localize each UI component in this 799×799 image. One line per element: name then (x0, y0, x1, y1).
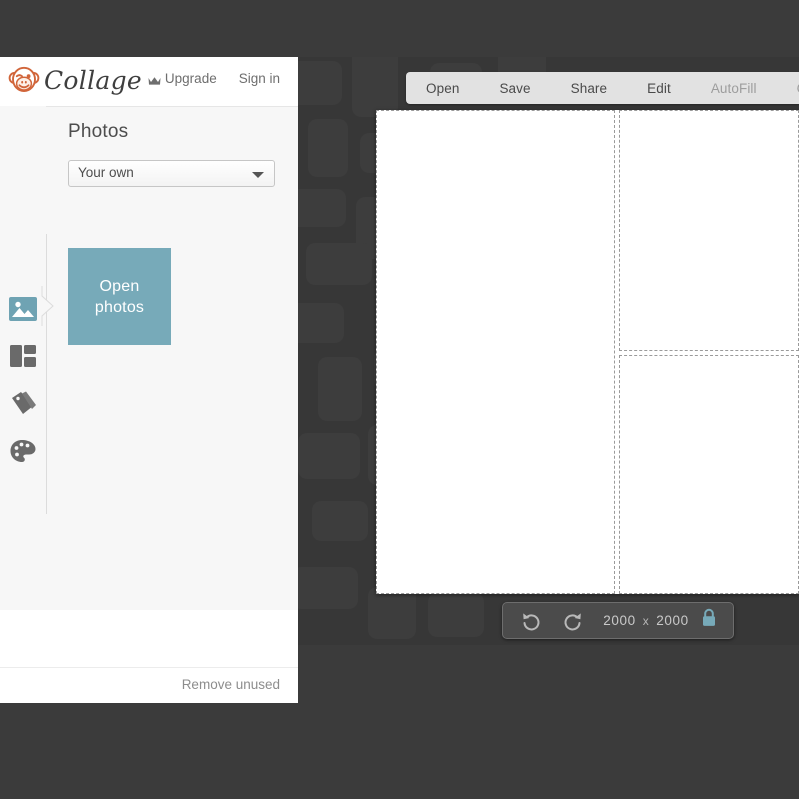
collage-cell-right-bottom[interactable] (619, 355, 799, 594)
toolbar-save-button[interactable]: Save (499, 81, 530, 96)
sidebar-item-photos[interactable] (9, 295, 37, 323)
page-title: Photos (68, 121, 129, 142)
crown-icon (148, 74, 161, 85)
chevron-down-icon (252, 172, 264, 178)
panel-blank-strip (0, 610, 298, 667)
collage-cell-right-top[interactable] (619, 110, 799, 351)
upgrade-link[interactable]: Upgrade (148, 71, 217, 86)
toolbar-share-button[interactable]: Share (571, 81, 608, 96)
upgrade-label: Upgrade (164, 71, 217, 86)
collage-app-window: Open Save Share Edit AutoFill Clear 2000… (0, 0, 799, 799)
canvas-size-bar: 2000 x 2000 (502, 602, 734, 639)
sidebar-item-swatches[interactable] (9, 390, 37, 418)
photo-source-value: Your own (78, 165, 134, 180)
sidebar-item-effects[interactable] (9, 437, 37, 465)
tags-fan-icon (12, 391, 36, 414)
panel-header: Collage Upgrade Sign in (0, 57, 298, 107)
undo-icon[interactable] (517, 607, 545, 635)
window-top-chrome (0, 0, 799, 57)
collage-canvas[interactable] (376, 110, 799, 594)
tool-rail (0, 106, 54, 610)
left-panel: Collage Upgrade Sign in Photos Your own … (0, 57, 298, 703)
canvas-toolbar: Open Save Share Edit AutoFill Clear (406, 72, 799, 104)
open-photos-line2: photos (94, 298, 145, 316)
palette-icon (10, 440, 36, 462)
toolbar-open-button[interactable]: Open (426, 81, 459, 96)
grid-icon (10, 345, 36, 367)
redo-icon[interactable] (559, 607, 587, 635)
signin-label: Sign in (238, 71, 280, 86)
canvas-width-value[interactable]: 2000 (603, 613, 635, 628)
open-photos-label: Open photos (95, 276, 144, 318)
lock-icon[interactable] (699, 607, 721, 634)
canvas-height-value[interactable]: 2000 (656, 613, 688, 628)
app-logo[interactable]: Collage (8, 66, 142, 94)
sidebar-item-layouts[interactable] (9, 342, 37, 370)
signin-link[interactable]: Sign in (239, 71, 280, 86)
panel-content: Photos Your own Open photos (46, 106, 298, 610)
header-links: Upgrade Sign in (126, 71, 280, 86)
dimension-separator: x (642, 614, 650, 628)
canvas-dimensions: 2000 x 2000 (593, 613, 699, 628)
monkey-face-icon (8, 66, 40, 94)
image-icon (9, 297, 37, 321)
panel-footer: Remove unused (0, 667, 298, 703)
canvas-work-area[interactable] (298, 57, 799, 645)
toolbar-autofill-button[interactable]: AutoFill (711, 81, 757, 96)
toolbar-edit-button[interactable]: Edit (647, 81, 671, 96)
remove-unused-button[interactable]: Remove unused (182, 677, 280, 692)
photo-source-select[interactable]: Your own (68, 160, 275, 187)
open-photos-button[interactable]: Open photos (68, 248, 171, 345)
open-photos-line1: Open (99, 277, 140, 295)
collage-cell-left[interactable] (376, 110, 615, 594)
